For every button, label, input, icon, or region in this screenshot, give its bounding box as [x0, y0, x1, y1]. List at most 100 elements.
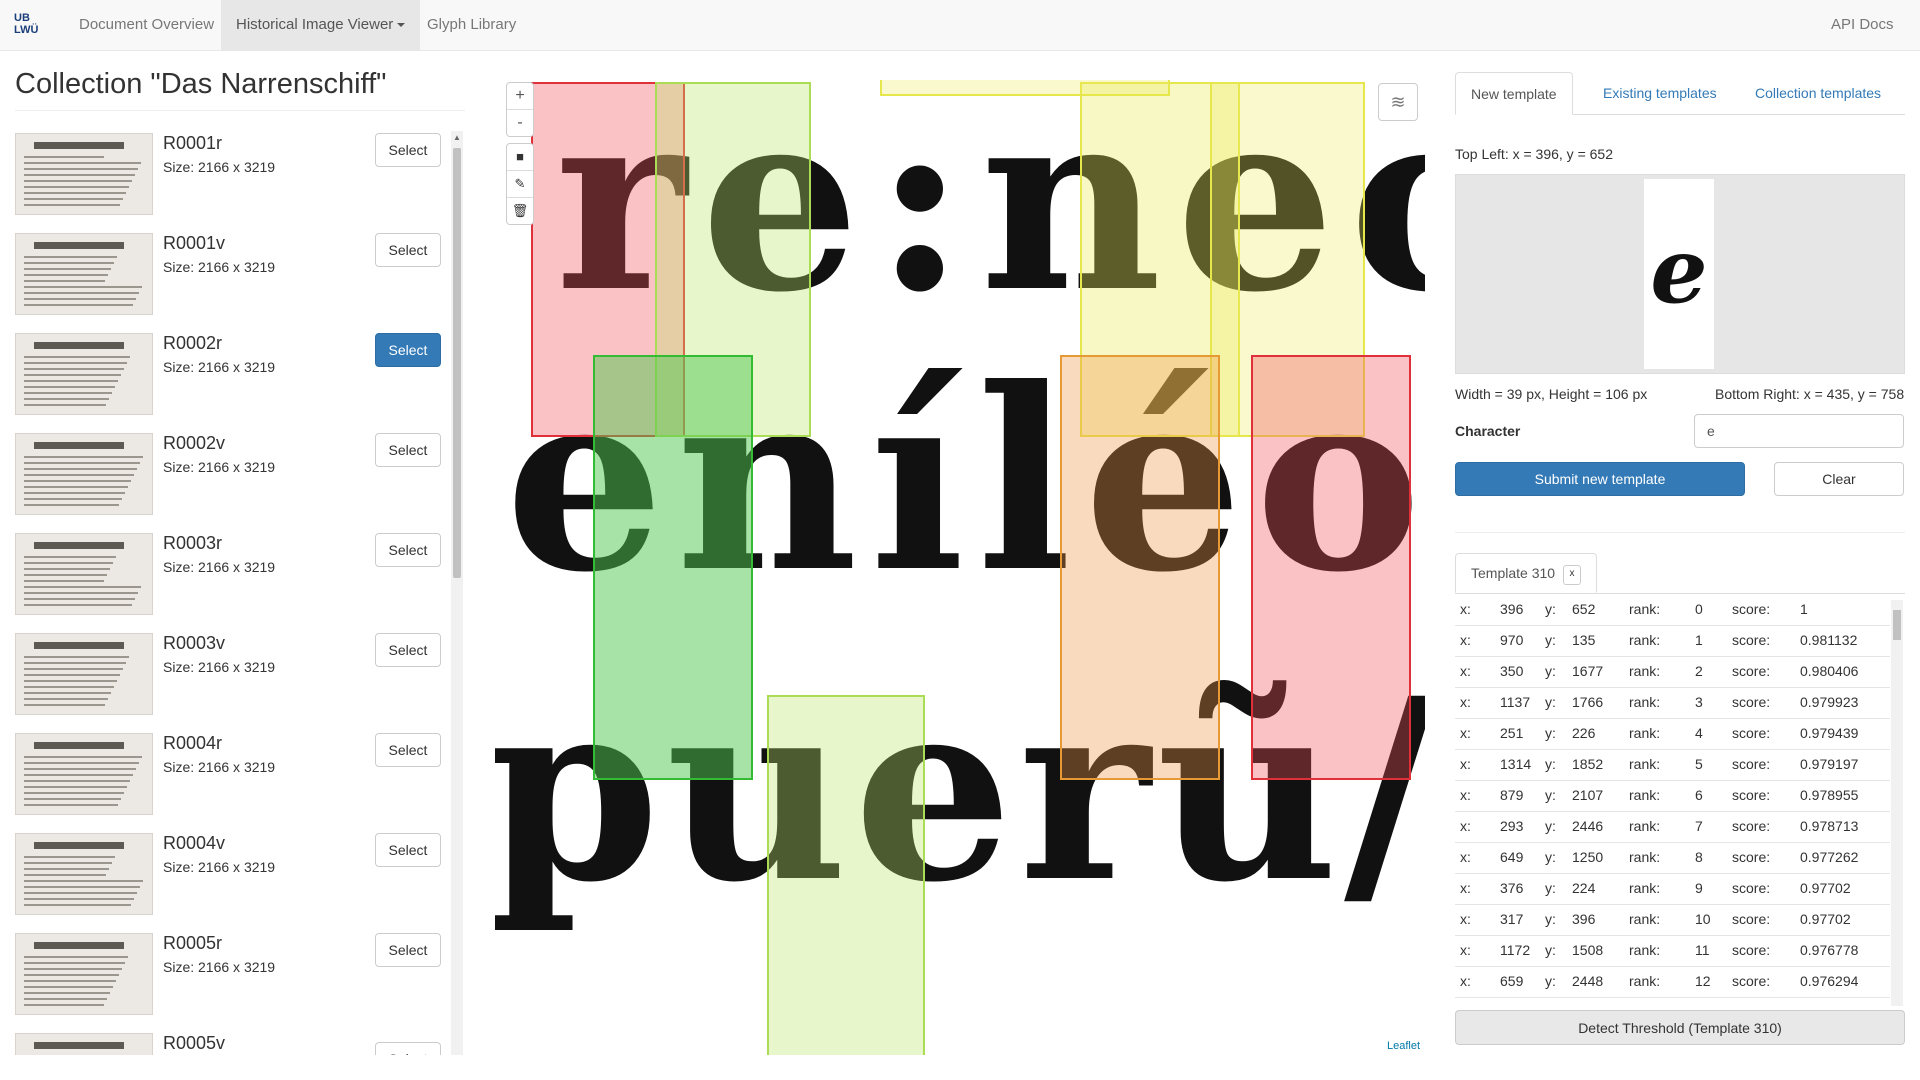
thumbnail-text-line	[24, 292, 139, 294]
detection-box[interactable]	[1251, 355, 1411, 780]
results-scrollbar[interactable]	[1891, 600, 1903, 1006]
select-button[interactable]: Select	[375, 233, 441, 267]
nav-glyph-library[interactable]: Glyph Library	[412, 0, 531, 50]
page-thumbnail[interactable]	[15, 733, 153, 815]
select-button[interactable]: Select	[375, 733, 441, 767]
result-score-value: 0.978955	[1800, 787, 1859, 803]
nav-api-docs[interactable]: API Docs	[1816, 0, 1909, 50]
scroll-up-arrow-icon[interactable]: ▲	[451, 131, 463, 145]
document-list[interactable]: R0001r Size: 2166 x 3219 Select R0001v Size:…	[15, 130, 475, 1055]
match-result-row[interactable]: x: 649 y: 1250 rank: 8 score: 0.977262	[1455, 842, 1890, 874]
result-label: score:	[1732, 818, 1771, 834]
thumbnail-heading	[34, 642, 124, 649]
detection-box[interactable]	[880, 80, 1170, 96]
image-map[interactable]: re:nec eníléo puerũ/f	[495, 80, 1425, 1055]
page-thumbnail[interactable]	[15, 633, 153, 715]
document-list-scroll-thumb[interactable]	[453, 148, 461, 578]
match-result-row[interactable]: x: 1172 y: 1508 rank: 11 score: 0.976778	[1455, 935, 1890, 967]
thumbnail-text-line	[24, 392, 112, 394]
select-button[interactable]: Select	[375, 633, 441, 667]
result-x-value: 659	[1500, 973, 1524, 989]
result-label: x:	[1460, 818, 1471, 834]
result-score-value: 0.981132	[1800, 632, 1858, 648]
result-y-value: 135	[1572, 632, 1596, 648]
nav-document-overview[interactable]: Document Overview	[64, 0, 229, 50]
page-thumbnail[interactable]	[15, 333, 153, 415]
thumbnail-text-line	[24, 992, 110, 994]
match-results-list[interactable]: x: 396 y: 652 rank: 0 score: 1 x: 970 y: 135 rank: 1 s…	[1455, 593, 1905, 1007]
zoom-in-button[interactable]: +	[507, 83, 533, 110]
thumbnail-text-line	[24, 804, 118, 806]
thumbnail-text-line	[24, 974, 119, 976]
nav-historical-image-viewer-label: Historical Image Viewer	[236, 16, 394, 33]
page-thumbnail[interactable]	[15, 133, 153, 215]
detection-box[interactable]	[767, 695, 925, 1055]
character-input[interactable]	[1694, 414, 1904, 448]
result-label: x:	[1460, 942, 1471, 958]
detect-threshold-button[interactable]: Detect Threshold (Template 310)	[1455, 1010, 1905, 1045]
layers-icon[interactable]: ≋	[1378, 83, 1418, 121]
document-list-item: R0005v Select	[15, 1030, 445, 1055]
match-result-row[interactable]: x: 317 y: 396 rank: 10 score: 0.97702	[1455, 904, 1890, 936]
clear-button[interactable]: Clear	[1774, 462, 1904, 496]
thumbnail-text-line	[24, 204, 120, 206]
select-button[interactable]: Select	[375, 1042, 441, 1055]
select-button[interactable]: Select	[375, 133, 441, 167]
brand-logo[interactable]: UB LWÜ	[14, 13, 54, 39]
result-label: score:	[1732, 849, 1771, 865]
match-result-row[interactable]: x: 376 y: 224 rank: 9 score: 0.97702	[1455, 873, 1890, 905]
page-thumbnail[interactable]	[15, 933, 153, 1015]
tab-new-template[interactable]: New template	[1455, 72, 1573, 115]
select-button[interactable]: Select	[375, 333, 441, 367]
tab-existing-templates[interactable]: Existing templates	[1588, 72, 1732, 114]
match-result-row[interactable]: x: 970 y: 135 rank: 1 score: 0.981132	[1455, 625, 1890, 657]
select-button[interactable]: Select	[375, 933, 441, 967]
match-result-row[interactable]: x: 350 y: 1677 rank: 2 score: 0.980406	[1455, 656, 1890, 688]
thumbnail-text-line	[24, 586, 141, 588]
tab-collection-templates[interactable]: Collection templates	[1740, 72, 1896, 114]
leaflet-attribution[interactable]: Leaflet	[1387, 1040, 1420, 1052]
thumbnail-text-line	[24, 386, 115, 388]
divider	[15, 110, 465, 111]
match-result-row[interactable]: x: 293 y: 2446 rank: 7 score: 0.978713	[1455, 811, 1890, 843]
result-x-value: 1314	[1500, 756, 1532, 772]
zoom-out-button[interactable]: -	[507, 110, 533, 136]
results-scroll-thumb[interactable]	[1893, 610, 1901, 640]
select-button[interactable]: Select	[375, 533, 441, 567]
brand-bottom-text: LWÜ	[14, 24, 39, 36]
submit-template-button[interactable]: Submit new template	[1455, 462, 1745, 496]
result-label: y:	[1545, 942, 1556, 958]
page-thumbnail[interactable]	[15, 533, 153, 615]
thumbnail-text-line	[24, 562, 113, 564]
page-thumbnail[interactable]	[15, 1033, 153, 1055]
document-name: R0002r	[163, 333, 223, 353]
match-result-row[interactable]: x: 879 y: 2107 rank: 6 score: 0.978955	[1455, 780, 1890, 812]
match-result-row[interactable]: x: 1314 y: 1852 rank: 5 score: 0.979197	[1455, 749, 1890, 781]
draw-rectangle-icon[interactable]: ■	[507, 144, 533, 171]
select-button[interactable]: Select	[375, 833, 441, 867]
detection-box-selected[interactable]	[593, 355, 753, 780]
thumbnail-text-line	[24, 886, 140, 888]
page-thumbnail[interactable]	[15, 833, 153, 915]
result-label: y:	[1545, 663, 1556, 679]
page-thumbnail[interactable]	[15, 433, 153, 515]
result-score-value: 0.979923	[1800, 694, 1859, 710]
match-result-row[interactable]: x: 659 y: 2448 rank: 12 score: 0.976294	[1455, 966, 1890, 998]
edit-layers-icon[interactable]: ✎	[507, 171, 533, 198]
thumbnail-text-line	[24, 580, 104, 582]
close-icon[interactable]: x	[1563, 565, 1581, 585]
delete-layers-icon[interactable]: 🗑	[507, 198, 533, 224]
thumbnail-text-line	[24, 504, 119, 506]
page-thumbnail[interactable]	[15, 233, 153, 315]
select-button[interactable]: Select	[375, 433, 441, 467]
match-result-row[interactable]: x: 396 y: 652 rank: 0 score: 1	[1455, 594, 1890, 626]
nav-historical-image-viewer[interactable]: Historical Image Viewer	[221, 0, 421, 50]
detection-box[interactable]	[1060, 355, 1220, 780]
result-label: y:	[1545, 725, 1556, 741]
thumbnail-text-line	[24, 956, 128, 958]
document-name: R0003v	[163, 633, 226, 653]
match-result-row[interactable]: x: 1137 y: 1766 rank: 3 score: 0.979923	[1455, 687, 1890, 719]
document-name: R0005r	[163, 933, 223, 953]
match-result-row[interactable]: x: 251 y: 226 rank: 4 score: 0.979439	[1455, 718, 1890, 750]
thumbnail-text-line	[24, 280, 105, 282]
